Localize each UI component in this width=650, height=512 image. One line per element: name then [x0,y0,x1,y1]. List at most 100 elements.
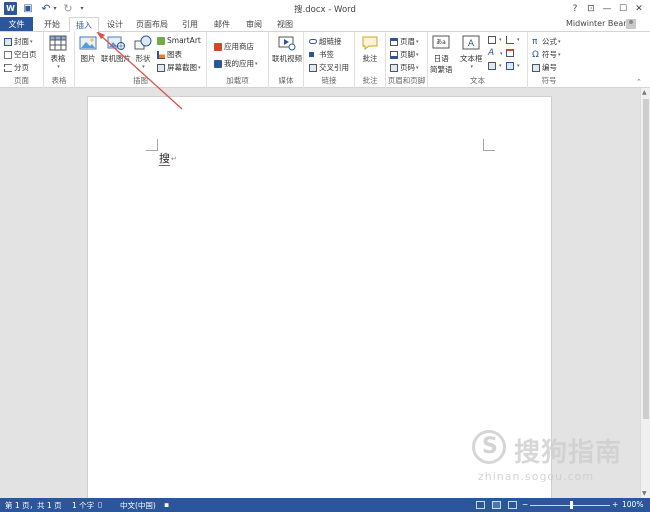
svg-text:A: A [468,39,475,49]
drop-cap-icon [488,62,496,70]
cover-page-icon [4,37,12,46]
scroll-up-icon[interactable]: ▲ [642,89,647,96]
shapes-label: 形状 [135,54,151,63]
page-count[interactable]: 第 1 页，共 1 页 [5,500,62,511]
wordart-icon: A [488,48,495,58]
language-status[interactable]: 中文(中国) [120,500,156,511]
date-time-button[interactable] [506,49,516,57]
help-button[interactable]: ? [568,0,582,17]
shapes-icon [134,35,152,50]
tab-design[interactable]: 设计 [101,17,129,31]
tab-file[interactable]: 文件 [0,17,33,31]
tab-references[interactable]: 引用 [176,17,204,31]
page-break-icon [4,63,12,72]
object-button[interactable]: ▾ [506,62,520,70]
screenshot-button[interactable]: 屏幕截图 ▾ [157,62,201,73]
shapes-button[interactable]: 形状 ▾ [134,35,152,70]
equation-button[interactable]: π 公式 ▾ [532,36,561,47]
zoom-level[interactable]: 100% [622,500,643,509]
vertical-scrollbar[interactable]: ▲ ▼ [640,88,650,498]
quick-parts-label-line1: 日语 [433,54,449,63]
drop-cap-button[interactable]: ▾ [488,62,502,70]
store-button[interactable]: 应用商店 [214,41,254,52]
web-layout-icon[interactable] [508,501,517,509]
table-button[interactable]: 表格 ▾ [49,35,67,70]
footer-label: 页脚 [400,50,415,59]
textbox-button[interactable]: A 文本框 ▾ [460,35,483,70]
group-label-text: 文本 [470,76,485,85]
chevron-down-icon: ▾ [198,64,201,71]
page-number-button[interactable]: 页码 ▾ [390,62,419,73]
print-layout-icon[interactable] [492,501,501,509]
maximize-button[interactable]: ☐ [616,0,630,17]
comment-button[interactable]: 批注 [361,35,379,64]
collapse-ribbon-icon[interactable]: ⌃ [636,78,642,86]
equation-label: 公式 [542,37,557,46]
tab-view[interactable]: 视图 [271,17,299,31]
hyperlink-button[interactable]: 超链接 [309,36,342,47]
cover-page-button[interactable]: 封面 ▾ [4,36,33,47]
comment-label: 批注 [362,54,378,63]
svg-text:あa: あa [436,39,446,46]
document-text[interactable]: 搜 [159,153,170,166]
read-mode-icon[interactable] [476,501,485,509]
ribbon-tabs: 文件 开始 插入 设计 页面布局 引用 邮件 审阅 视图 Midwinter B… [0,17,650,32]
ribbon-display-options-button[interactable]: ⊡ [584,0,598,17]
title-bar: W ▣ ↶ ▾ ↻ ▾ 搜.docx - Word ? ⊡ — ☐ ✕ [0,0,650,17]
watermark-logo-icon [472,430,506,464]
zoom-in-button[interactable]: + [612,500,618,509]
close-button[interactable]: ✕ [632,0,646,17]
group-label-pages: 页面 [14,76,29,85]
numbering-button[interactable]: 编号 [532,62,557,73]
paragraph-mark-icon: ↵ [171,155,177,163]
chevron-down-icon: ▾ [416,64,419,71]
zoom-out-button[interactable]: − [522,500,528,509]
tab-mailings[interactable]: 邮件 [208,17,236,31]
margin-corner-top-right [483,139,495,151]
header-icon [390,37,398,46]
chevron-down-icon: ▾ [499,37,502,43]
bookmark-button[interactable]: 书签 [309,49,334,60]
macro-recording-icon[interactable]: ▪ [164,500,169,509]
comment-icon [362,36,378,50]
group-label-links: 链接 [321,76,337,85]
header-button[interactable]: 页眉 ▾ [390,36,419,47]
zoom-slider-thumb[interactable] [570,501,573,509]
scroll-thumb[interactable] [643,99,649,419]
tab-insert[interactable]: 插入 [69,17,99,32]
online-video-label: 联机视频 [272,54,302,63]
minimize-button[interactable]: — [600,0,614,17]
tab-page-layout[interactable]: 页面布局 [132,17,172,31]
picture-icon [79,36,97,50]
tab-home[interactable]: 开始 [38,17,66,31]
my-apps-button[interactable]: 我的应用 ▾ [214,58,258,69]
tab-review[interactable]: 审阅 [240,17,268,31]
margin-corner-top-left [146,139,158,151]
group-comments: 批注 批注 [355,32,386,88]
symbol-button[interactable]: Ω 符号 ▾ [532,49,561,60]
proofing-icon[interactable]: ▯ [98,500,102,509]
blank-page-label: 空白页 [14,50,37,59]
group-text: あa 日语 简繁语 A 文本框 ▾ ▾ A ▾ ▾ ▾ ▾ 文本 [428,32,528,88]
group-addins: 应用商店 我的应用 ▾ 加载项 [207,32,269,88]
header-label: 页眉 [400,37,415,46]
account-name[interactable]: Midwinter Bear [566,19,627,28]
online-video-button[interactable]: 联机视频 [272,35,302,64]
chart-button[interactable]: 图表 [157,49,182,60]
scroll-down-icon[interactable]: ▼ [642,490,647,497]
quick-parts-button[interactable]: あa 日语 简繁语 [430,35,453,75]
footer-button[interactable]: 页脚 ▾ [390,49,419,60]
wordart-button[interactable]: A ▾ [488,49,503,58]
blank-page-button[interactable]: 空白页 [4,49,37,60]
signature-line-button[interactable]: ▾ [506,36,520,44]
pictures-button[interactable]: 图片 [79,35,97,64]
cross-reference-button[interactable]: 交叉引用 [309,62,349,73]
quick-parts-menu-button[interactable]: ▾ [488,36,502,44]
word-count[interactable]: 1 个字 [72,500,94,511]
avatar[interactable] [626,19,636,29]
smartart-button[interactable]: SmartArt [157,36,201,45]
my-apps-label: 我的应用 [224,59,254,68]
page-break-button[interactable]: 分页 [4,62,29,73]
quick-parts-menu-icon [488,36,496,44]
online-pictures-button[interactable]: 联机图片 [101,35,131,64]
